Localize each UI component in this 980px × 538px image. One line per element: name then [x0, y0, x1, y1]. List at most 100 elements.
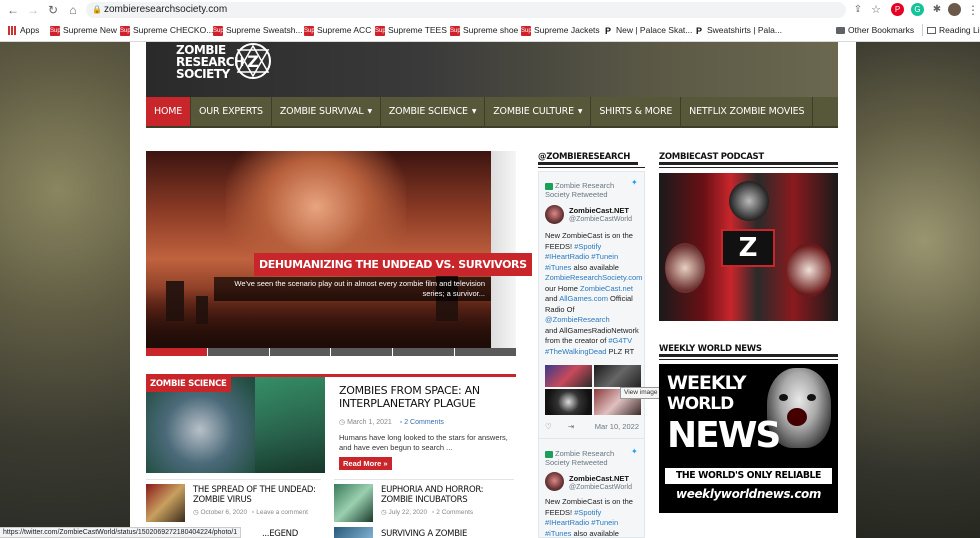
- hashtag-link[interactable]: #TheWalkingDead: [545, 347, 606, 356]
- profile-avatar[interactable]: [948, 3, 961, 16]
- bookmark-item[interactable]: Sup Supreme shoe: [450, 24, 518, 36]
- bookmark-item[interactable]: Sup Supreme ACC: [304, 24, 371, 36]
- post-title[interactable]: SURVIVING A ZOMBIE: [381, 529, 511, 538]
- twitter-bird-icon[interactable]: ✦: [631, 179, 640, 187]
- tweet-author-name[interactable]: ZombieCast.NET: [569, 206, 629, 215]
- slider-dot[interactable]: [331, 348, 393, 356]
- nav-item-our-experts[interactable]: OUR EXPERTS: [191, 97, 272, 126]
- feature-post-meta: ◷ March 1, 2021 ▫ 2 Comments: [339, 419, 444, 426]
- tweet-author-avatar[interactable]: [545, 472, 564, 491]
- comment-icon: ▫: [399, 419, 403, 426]
- comment-icon: ▫: [252, 509, 255, 516]
- bookmark-item[interactable]: P Sweatshirts | Pala...: [694, 24, 782, 36]
- comments-link[interactable]: ▫ 2 Comments: [400, 419, 444, 426]
- nav-item-netflix-zombie-movies[interactable]: NETFLIX ZOMBIE MOVIES: [681, 97, 814, 126]
- url-text: zombieresearchsociety.com: [104, 4, 228, 15]
- podcast-logo: Z: [721, 229, 775, 267]
- tweet-author-handle[interactable]: @ZombieCastWorld: [569, 484, 632, 491]
- zombiecast-podcast-image[interactable]: Z: [659, 173, 838, 321]
- hashtag-link[interactable]: #Tunein: [591, 252, 618, 261]
- tweet-date[interactable]: Mar 10, 2022: [595, 422, 639, 431]
- retweet-icon: [545, 450, 553, 458]
- bookmark-item[interactable]: Sup Supreme New: [50, 24, 117, 36]
- post-title[interactable]: EUPHORIA AND HORROR: ZOMBIE INCUBATORS: [381, 485, 511, 505]
- browser-chrome: ← → ↻ ⌂ 🔒 zombieresearchsociety.com ⇪ ☆ …: [0, 0, 980, 42]
- share-icon[interactable]: ⇪: [851, 3, 865, 17]
- home-icon[interactable]: ⌂: [66, 3, 80, 17]
- hashtag-link[interactable]: #iTunes: [545, 529, 571, 538]
- supreme-favicon-icon: Sup: [50, 25, 61, 36]
- tweet-author-avatar[interactable]: [545, 205, 564, 224]
- weekly-world-news-ad[interactable]: WEEKLY WORLD NEWS THE WORLD'S ONLY RELIA…: [659, 364, 838, 513]
- read-more-button[interactable]: Read More »: [339, 457, 392, 470]
- twitter-timeline[interactable]: ✦ Zombie Research Society Retweeted Zomb…: [538, 171, 645, 538]
- hashtag-link[interactable]: #IHeartRadio: [545, 518, 589, 527]
- category-badge[interactable]: ZOMBIE SCIENCE: [146, 377, 231, 392]
- like-heart-icon[interactable]: ♡: [545, 422, 552, 431]
- bookmark-item[interactable]: Sup Supreme Jackets: [521, 24, 600, 36]
- slider-dot[interactable]: [269, 348, 331, 356]
- mention-link[interactable]: @ZombieResearch: [545, 315, 610, 324]
- site-logo-emblem-icon[interactable]: Z: [231, 42, 275, 80]
- browser-menu-icon[interactable]: ⋮: [966, 3, 980, 17]
- other-bookmarks[interactable]: Other Bookmarks: [836, 24, 914, 36]
- feature-post-title[interactable]: ZOMBIES FROM SPACE: AN INTERPLANETARY PL…: [339, 384, 514, 410]
- pinterest-extension-icon[interactable]: P: [891, 3, 904, 16]
- hashtag-link[interactable]: #iTunes: [545, 263, 571, 272]
- hashtag-link[interactable]: #Spotify: [574, 508, 601, 517]
- hashtag-link[interactable]: #IHeartRadio: [545, 252, 589, 261]
- extensions-puzzle-icon[interactable]: ✱: [930, 3, 944, 17]
- hashtag-link[interactable]: #G4TV: [608, 336, 632, 345]
- supreme-favicon-icon: Sup: [304, 25, 315, 36]
- back-icon[interactable]: ←: [6, 3, 20, 17]
- reading-list-icon: [927, 27, 936, 35]
- bookmark-item[interactable]: Sup Supreme Sweatsh...: [213, 24, 303, 36]
- slide-title[interactable]: DEHUMANIZING THE UNDEAD VS. SURVIVORS: [254, 253, 532, 276]
- tweet-author-handle[interactable]: @ZombieCastWorld: [569, 216, 632, 223]
- address-bar[interactable]: 🔒 zombieresearchsociety.com: [86, 2, 846, 18]
- palace-favicon-icon: P: [694, 25, 704, 36]
- site-header: ZOMBIE RESEARCH SOCIETY Z: [146, 42, 838, 97]
- hashtag-link[interactable]: #Tunein: [591, 518, 618, 527]
- post-meta: ◷ October 6, 2020 ▫ Leave a comment: [193, 509, 308, 516]
- bookmark-item[interactable]: Sup Supreme TEES: [375, 24, 447, 36]
- nav-item-home[interactable]: HOME: [146, 97, 192, 126]
- nav-item-zombie-survival[interactable]: ZOMBIE SURVIVAL ▼: [272, 97, 381, 126]
- grammarly-extension-icon[interactable]: G: [911, 3, 924, 16]
- bookmark-item[interactable]: P New | Palace Skat...: [603, 24, 692, 36]
- post-title[interactable]: THE SPREAD OF THE UNDEAD: ZOMBIE VIRUS: [193, 485, 321, 505]
- post-title[interactable]: ...EGEND: [262, 529, 322, 538]
- forward-icon[interactable]: →: [26, 3, 40, 17]
- tweet-link[interactable]: ZombieResearchSociety.com: [545, 273, 642, 284]
- tweet-image[interactable]: [545, 365, 592, 387]
- post-thumbnail[interactable]: [146, 484, 185, 522]
- hashtag-link[interactable]: #Spotify: [574, 242, 601, 251]
- featured-slider-image[interactable]: [146, 151, 491, 348]
- share-tweet-icon[interactable]: ⇥: [568, 422, 574, 431]
- reload-icon[interactable]: ↻: [46, 3, 60, 17]
- folder-icon: [836, 27, 845, 35]
- twitter-bird-icon[interactable]: ✦: [631, 448, 640, 456]
- bookmark-star-icon[interactable]: ☆: [869, 3, 883, 17]
- retweet-label: Zombie Research Society Retweeted: [545, 449, 615, 467]
- slider-edge: [491, 151, 516, 348]
- lock-icon: 🔒: [92, 5, 102, 14]
- slider-dot[interactable]: [455, 348, 516, 356]
- tweet-link[interactable]: AllGames.com: [559, 294, 608, 303]
- bookmark-item[interactable]: Sup Supreme CHECKO...: [120, 24, 213, 36]
- nav-item-zombie-science[interactable]: ZOMBIE SCIENCE ▼: [381, 97, 486, 126]
- slider-dot[interactable]: [393, 348, 455, 356]
- tweet-image[interactable]: [594, 365, 641, 387]
- nav-item-shirts-more[interactable]: SHIRTS & MORE: [591, 97, 682, 126]
- supreme-favicon-icon: Sup: [120, 25, 131, 36]
- tweet-image[interactable]: [545, 389, 592, 415]
- bookmark-apps[interactable]: Apps: [8, 24, 39, 36]
- nav-item-zombie-culture[interactable]: ZOMBIE CULTURE ▼: [485, 97, 592, 126]
- post-thumbnail[interactable]: [334, 527, 373, 538]
- slider-dot[interactable]: [207, 348, 269, 356]
- slider-dot[interactable]: [146, 348, 207, 356]
- post-thumbnail[interactable]: [334, 484, 373, 522]
- reading-list[interactable]: Reading List: [922, 24, 980, 36]
- tweet-link[interactable]: ZombieCast.net: [580, 284, 633, 293]
- tweet-author-name[interactable]: ZombieCast.NET: [569, 474, 629, 483]
